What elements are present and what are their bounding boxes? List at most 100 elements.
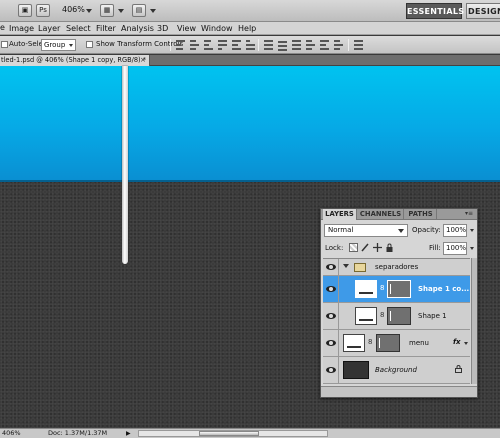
auto-select-value: Group [44,41,66,49]
distribute-center-icon[interactable] [278,40,287,51]
fill-value: 100% [446,244,467,252]
vector-mask-thumbnail[interactable] [387,307,411,325]
layer-name: separadores [375,263,419,271]
folder-icon [354,263,366,272]
divider [258,39,259,51]
menu-analysis[interactable]: Analysis [121,23,154,34]
divider [348,39,349,51]
auto-align-layers-icon[interactable] [354,40,363,50]
menu-view[interactable]: View [177,23,196,34]
layer-name: menu [409,339,429,347]
link-chain-icon: 8 [380,284,385,292]
layer-thumbnail [355,307,377,325]
bridge-icon[interactable]: ▣ [18,4,32,17]
visibility-eye-icon[interactable] [323,276,339,302]
layer-row-menu[interactable]: 8 menu fx [323,330,470,357]
link-chain-icon: 8 [380,311,385,319]
arrange-dropdown-icon[interactable] [118,9,124,13]
fill-label: Fill: [429,244,441,252]
menu-filter[interactable]: Filter [96,23,116,34]
menu-bar: e Image Layer Select Filter Analysis 3D … [0,22,500,35]
distribute-horizontal-icon[interactable] [320,40,329,50]
menu-select[interactable]: Select [66,23,91,34]
show-transform-checkbox[interactable] [86,41,93,48]
expand-triangle-icon[interactable] [343,264,349,268]
layer-list: separadores 8 Shape 1 co... 8 Shape 1 8 … [323,258,470,384]
align-left-icon[interactable] [218,40,227,50]
close-icon[interactable]: × [140,55,146,66]
status-bar: 406% Doc: 1.37M/1.37M ▶ [0,428,500,438]
layer-name: Background [375,366,417,374]
vector-mask-thumbnail[interactable] [376,334,400,352]
blend-mode-dropdown[interactable]: Normal [324,224,408,237]
lock-transparent-pixels-icon[interactable] [349,243,358,252]
distribute-right-icon[interactable] [334,40,343,50]
layer-row-separadores[interactable]: separadores [323,259,470,276]
blue-header-band [0,66,500,182]
application-bar: ▣ Ps 406% ▦ ▤ ESSENTIALS DESIGN [0,0,500,22]
layer-name: Shape 1 co... [418,285,470,293]
opacity-label: Opacity: [412,226,441,234]
menu-window[interactable]: Window [201,23,233,34]
menu-help[interactable]: Help [238,23,256,34]
menu-layer[interactable]: Layer [38,23,60,34]
layer-row-shape-1[interactable]: 8 Shape 1 [323,303,470,330]
divider [170,39,171,51]
layers-panel: LAYERS CHANNELS PATHS ▾≡ Normal Opacity:… [320,208,478,398]
layer-row-shape-1-copy[interactable]: 8 Shape 1 co... [323,276,470,303]
align-right-icon[interactable] [246,40,255,50]
fx-icon[interactable]: fx [453,338,461,346]
workspace-design-button[interactable]: DESIGN [466,3,500,19]
opacity-field[interactable]: 100% [443,224,467,237]
effects-expand-icon[interactable] [464,342,468,345]
visibility-eye-icon[interactable] [323,357,339,383]
status-zoom[interactable]: 406% [2,429,21,438]
opacity-dropdown-icon[interactable] [470,229,474,232]
mini-bridge-icon[interactable]: Ps [36,4,50,17]
separator-shape[interactable] [122,66,128,264]
visibility-eye-icon[interactable] [323,303,339,329]
menu-3d[interactable]: 3D [157,23,168,34]
align-bottom-icon[interactable] [204,40,213,50]
vector-mask-thumbnail[interactable] [387,280,411,298]
workspace-essentials-button[interactable]: ESSENTIALS [406,3,464,19]
document-tab[interactable]: tled-1.psd @ 406% (Shape 1 copy, RGB/8) … [0,55,150,66]
align-vertical-center-icon[interactable] [190,40,199,50]
distribute-bottom-icon[interactable] [292,40,301,50]
panel-menu-icon[interactable]: ▾≡ [463,210,475,218]
tab-paths[interactable]: PATHS [405,209,437,220]
chevron-down-icon [398,229,404,233]
lock-position-icon[interactable] [373,243,382,252]
layers-scrollbar[interactable] [471,258,477,384]
layer-row-background[interactable]: Background [323,357,470,384]
horizontal-scrollbar[interactable] [138,430,328,437]
lock-image-pixels-icon[interactable] [361,243,370,252]
zoom-level[interactable]: 406% [62,5,85,14]
lock-all-icon[interactable] [385,243,394,252]
auto-select-dropdown[interactable]: Group [41,39,76,51]
link-chain-icon: 8 [368,338,373,346]
fill-dropdown-icon[interactable] [470,247,474,250]
distribute-top-icon[interactable] [264,40,273,50]
distribute-left-icon[interactable] [306,40,315,50]
document-tab-title: tled-1.psd @ 406% (Shape 1 copy, RGB/8) … [1,56,147,64]
auto-select-checkbox[interactable] [1,41,8,48]
fill-field[interactable]: 100% [443,242,467,255]
menu-item-truncated[interactable]: e [0,23,5,32]
document-tab-bar: tled-1.psd @ 406% (Shape 1 copy, RGB/8) … [0,55,500,66]
tab-layers[interactable]: LAYERS [323,209,357,220]
zoom-dropdown-icon[interactable] [86,9,92,13]
arrange-documents-icon[interactable]: ▦ [100,4,114,17]
scrollbar-thumb[interactable] [199,431,259,436]
screen-mode-icon[interactable]: ▤ [132,4,146,17]
tab-channels[interactable]: CHANNELS [358,209,404,220]
visibility-eye-icon[interactable] [323,259,339,275]
align-horizontal-center-icon[interactable] [232,40,241,50]
status-menu-arrow-icon[interactable]: ▶ [126,429,131,438]
panel-footer [321,386,477,397]
align-top-icon[interactable] [176,40,185,50]
visibility-eye-icon[interactable] [323,330,339,356]
menu-image[interactable]: Image [9,23,34,34]
screen-mode-dropdown-icon[interactable] [150,9,156,13]
lock-label: Lock: [325,244,344,252]
